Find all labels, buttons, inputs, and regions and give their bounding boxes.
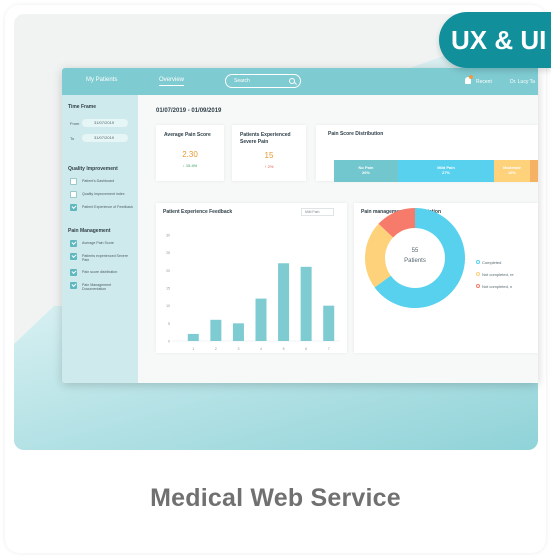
- checkbox-checked[interactable]: [70, 240, 77, 247]
- kpi-value: 15: [264, 151, 274, 160]
- time-frame-heading: Time Frame: [68, 104, 96, 110]
- donut-center-label: Patients: [404, 258, 426, 264]
- kpi-card-severe-pain: Patients Experienced Severe Pain 15 ↑ 2%: [232, 125, 306, 181]
- feedback-chart-panel: Patient Experience Feedback Mild Pain 05…: [156, 203, 347, 353]
- y-tick-label: 5: [168, 322, 170, 326]
- pain-heading: Pain Management: [68, 228, 111, 234]
- bar-7[interactable]: [323, 305, 335, 341]
- pain-item[interactable]: Pain Management Documentation: [70, 282, 136, 291]
- legend-label: Not completed, re: [482, 272, 514, 277]
- checkbox-checked[interactable]: [70, 269, 77, 276]
- app-window: My Patients Overview Search Recent Dr. L…: [62, 68, 538, 383]
- panel-title: Pain Score Distribution: [328, 131, 384, 137]
- pain-item-label: Pain Management Documentation: [82, 283, 112, 291]
- distribution-segment[interactable]: Mild Pain 27%: [398, 160, 494, 182]
- main-content: 01/07/2019 - 01/09/2019 Average Pain Sco…: [138, 95, 538, 383]
- pain-item[interactable]: Pain score distribution: [70, 269, 136, 278]
- recent-link[interactable]: Recent: [476, 79, 492, 85]
- bar-1[interactable]: [187, 333, 199, 341]
- search-input[interactable]: Search: [225, 74, 301, 88]
- from-date-field[interactable]: 31/07/2019: [82, 119, 128, 127]
- checkbox-checked[interactable]: [70, 253, 77, 260]
- project-title[interactable]: Medical Web Service: [0, 484, 551, 513]
- quality-heading: Quality Improvement: [68, 166, 118, 172]
- bar-4[interactable]: [255, 298, 267, 341]
- legend-item-completed: Completed: [476, 260, 502, 265]
- legend-label: Completed: [482, 260, 502, 265]
- bar-chart: 0 5 10 15 20 25 30 1 2 3 4 5 6 7: [166, 234, 340, 351]
- quality-item[interactable]: Patient's Dashboard: [70, 178, 136, 187]
- segment-value: 16%: [507, 170, 516, 175]
- user-name[interactable]: Dr. Lucy Ta: [510, 79, 535, 85]
- ux-ui-badge: UX & UI: [439, 12, 551, 68]
- checkbox-checked[interactable]: [70, 282, 77, 289]
- y-tick-label: 0: [168, 340, 170, 344]
- legend-label: Not completed, n: [482, 284, 513, 289]
- documentation-panel: Pain management documentation 55 Patient…: [354, 203, 538, 353]
- bar-5[interactable]: [278, 263, 290, 341]
- checkbox[interactable]: [70, 191, 77, 198]
- segment-value: 26%: [361, 170, 370, 175]
- checkbox-checked[interactable]: [70, 204, 77, 211]
- pain-distribution-panel: Pain Score Distribution No Pain 26% Mild…: [316, 125, 538, 182]
- checkbox[interactable]: [70, 178, 77, 185]
- distribution-segment[interactable]: [530, 160, 538, 182]
- quality-item-label: Quality improvement index: [82, 192, 125, 196]
- bar-6[interactable]: [300, 266, 312, 341]
- search-placeholder: Search: [234, 78, 250, 84]
- pain-item-label: Average Pain Score: [82, 241, 114, 245]
- pain-item[interactable]: Patients experienced Severe Pain: [70, 253, 136, 262]
- y-tick-label: 10: [166, 304, 170, 308]
- donut-chart: 55 Patients: [365, 208, 465, 308]
- kpi-delta: ↓ 15.4%: [182, 163, 198, 168]
- kpi-title: Patients Experienced Severe Pain: [240, 132, 291, 145]
- y-tick-label: 25: [166, 251, 170, 255]
- bar-2[interactable]: [210, 319, 222, 341]
- notification-dot: [469, 75, 473, 79]
- distribution-segment[interactable]: No Pain 26%: [334, 160, 398, 182]
- search-icon[interactable]: [289, 78, 295, 84]
- y-tick-label: 20: [166, 269, 170, 273]
- x-tick-label: 2: [215, 347, 217, 351]
- segment-value: 27%: [441, 170, 450, 175]
- x-tick-label: 1: [192, 347, 194, 351]
- quality-item[interactable]: Quality improvement index: [70, 191, 136, 200]
- date-range-title: 01/07/2019 - 01/09/2019: [156, 108, 222, 114]
- x-tick-label: 5: [283, 347, 285, 351]
- to-label: To: [70, 136, 75, 141]
- top-nav-bar: My Patients Overview Search Recent Dr. L…: [62, 68, 538, 95]
- tab-my-patients[interactable]: My Patients: [86, 77, 117, 83]
- legend-item-not-completed-re: Not completed, re: [476, 272, 514, 277]
- to-date-field[interactable]: 31/07/2019: [82, 134, 128, 142]
- legend-dot: [476, 284, 480, 288]
- x-tick-label: 3: [237, 347, 239, 351]
- quality-item-label: Patient Experience of Feedback: [82, 205, 133, 209]
- kpi-value: 2.30: [182, 150, 198, 159]
- x-tick-label: 4: [260, 347, 262, 351]
- pain-item[interactable]: Average Pain Score: [70, 240, 136, 249]
- kpi-delta: ↑ 2%: [264, 164, 274, 169]
- y-tick-label: 15: [166, 287, 170, 291]
- from-label: From: [70, 121, 80, 126]
- pain-item-label: Pain score distribution: [82, 270, 118, 274]
- legend-dot: [476, 272, 480, 276]
- x-tick-label: 6: [305, 347, 307, 351]
- kpi-title: Average Pain Score: [164, 132, 211, 138]
- bar-3[interactable]: [232, 323, 244, 341]
- distribution-segment[interactable]: Moderate 16%: [494, 160, 530, 182]
- quality-item[interactable]: Patient Experience of Feedback: [70, 204, 136, 213]
- x-tick-label: 7: [328, 347, 330, 351]
- pain-item-label: Patients experienced Severe Pain: [82, 254, 128, 262]
- kpi-card-average-pain: Average Pain Score 2.30 ↓ 15.4%: [156, 125, 224, 181]
- donut-center-count: 55: [412, 248, 419, 254]
- quality-item-label: Patient's Dashboard: [82, 179, 115, 183]
- legend-dot: [476, 260, 480, 264]
- y-tick-label: 30: [166, 234, 170, 238]
- legend-item-not-completed-n: Not completed, n: [476, 284, 513, 289]
- tab-overview[interactable]: Overview: [159, 77, 185, 86]
- sidebar: Time Frame From 31/07/2019 To 31/07/2019…: [62, 95, 138, 383]
